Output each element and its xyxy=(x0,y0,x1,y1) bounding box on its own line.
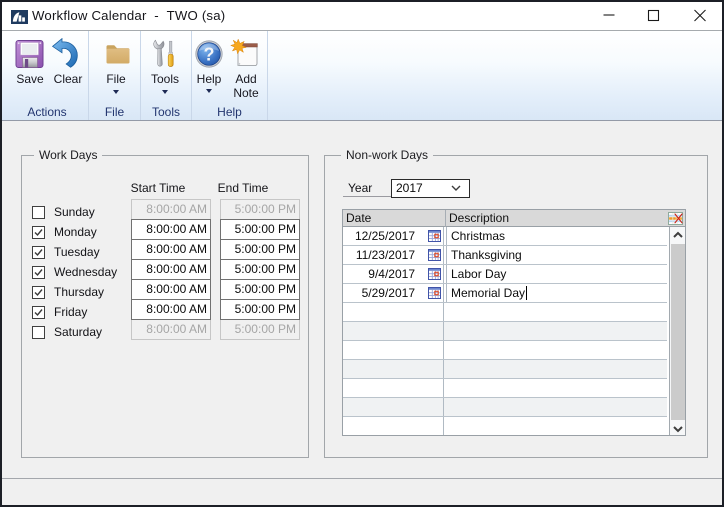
svg-text:?: ? xyxy=(204,45,215,65)
